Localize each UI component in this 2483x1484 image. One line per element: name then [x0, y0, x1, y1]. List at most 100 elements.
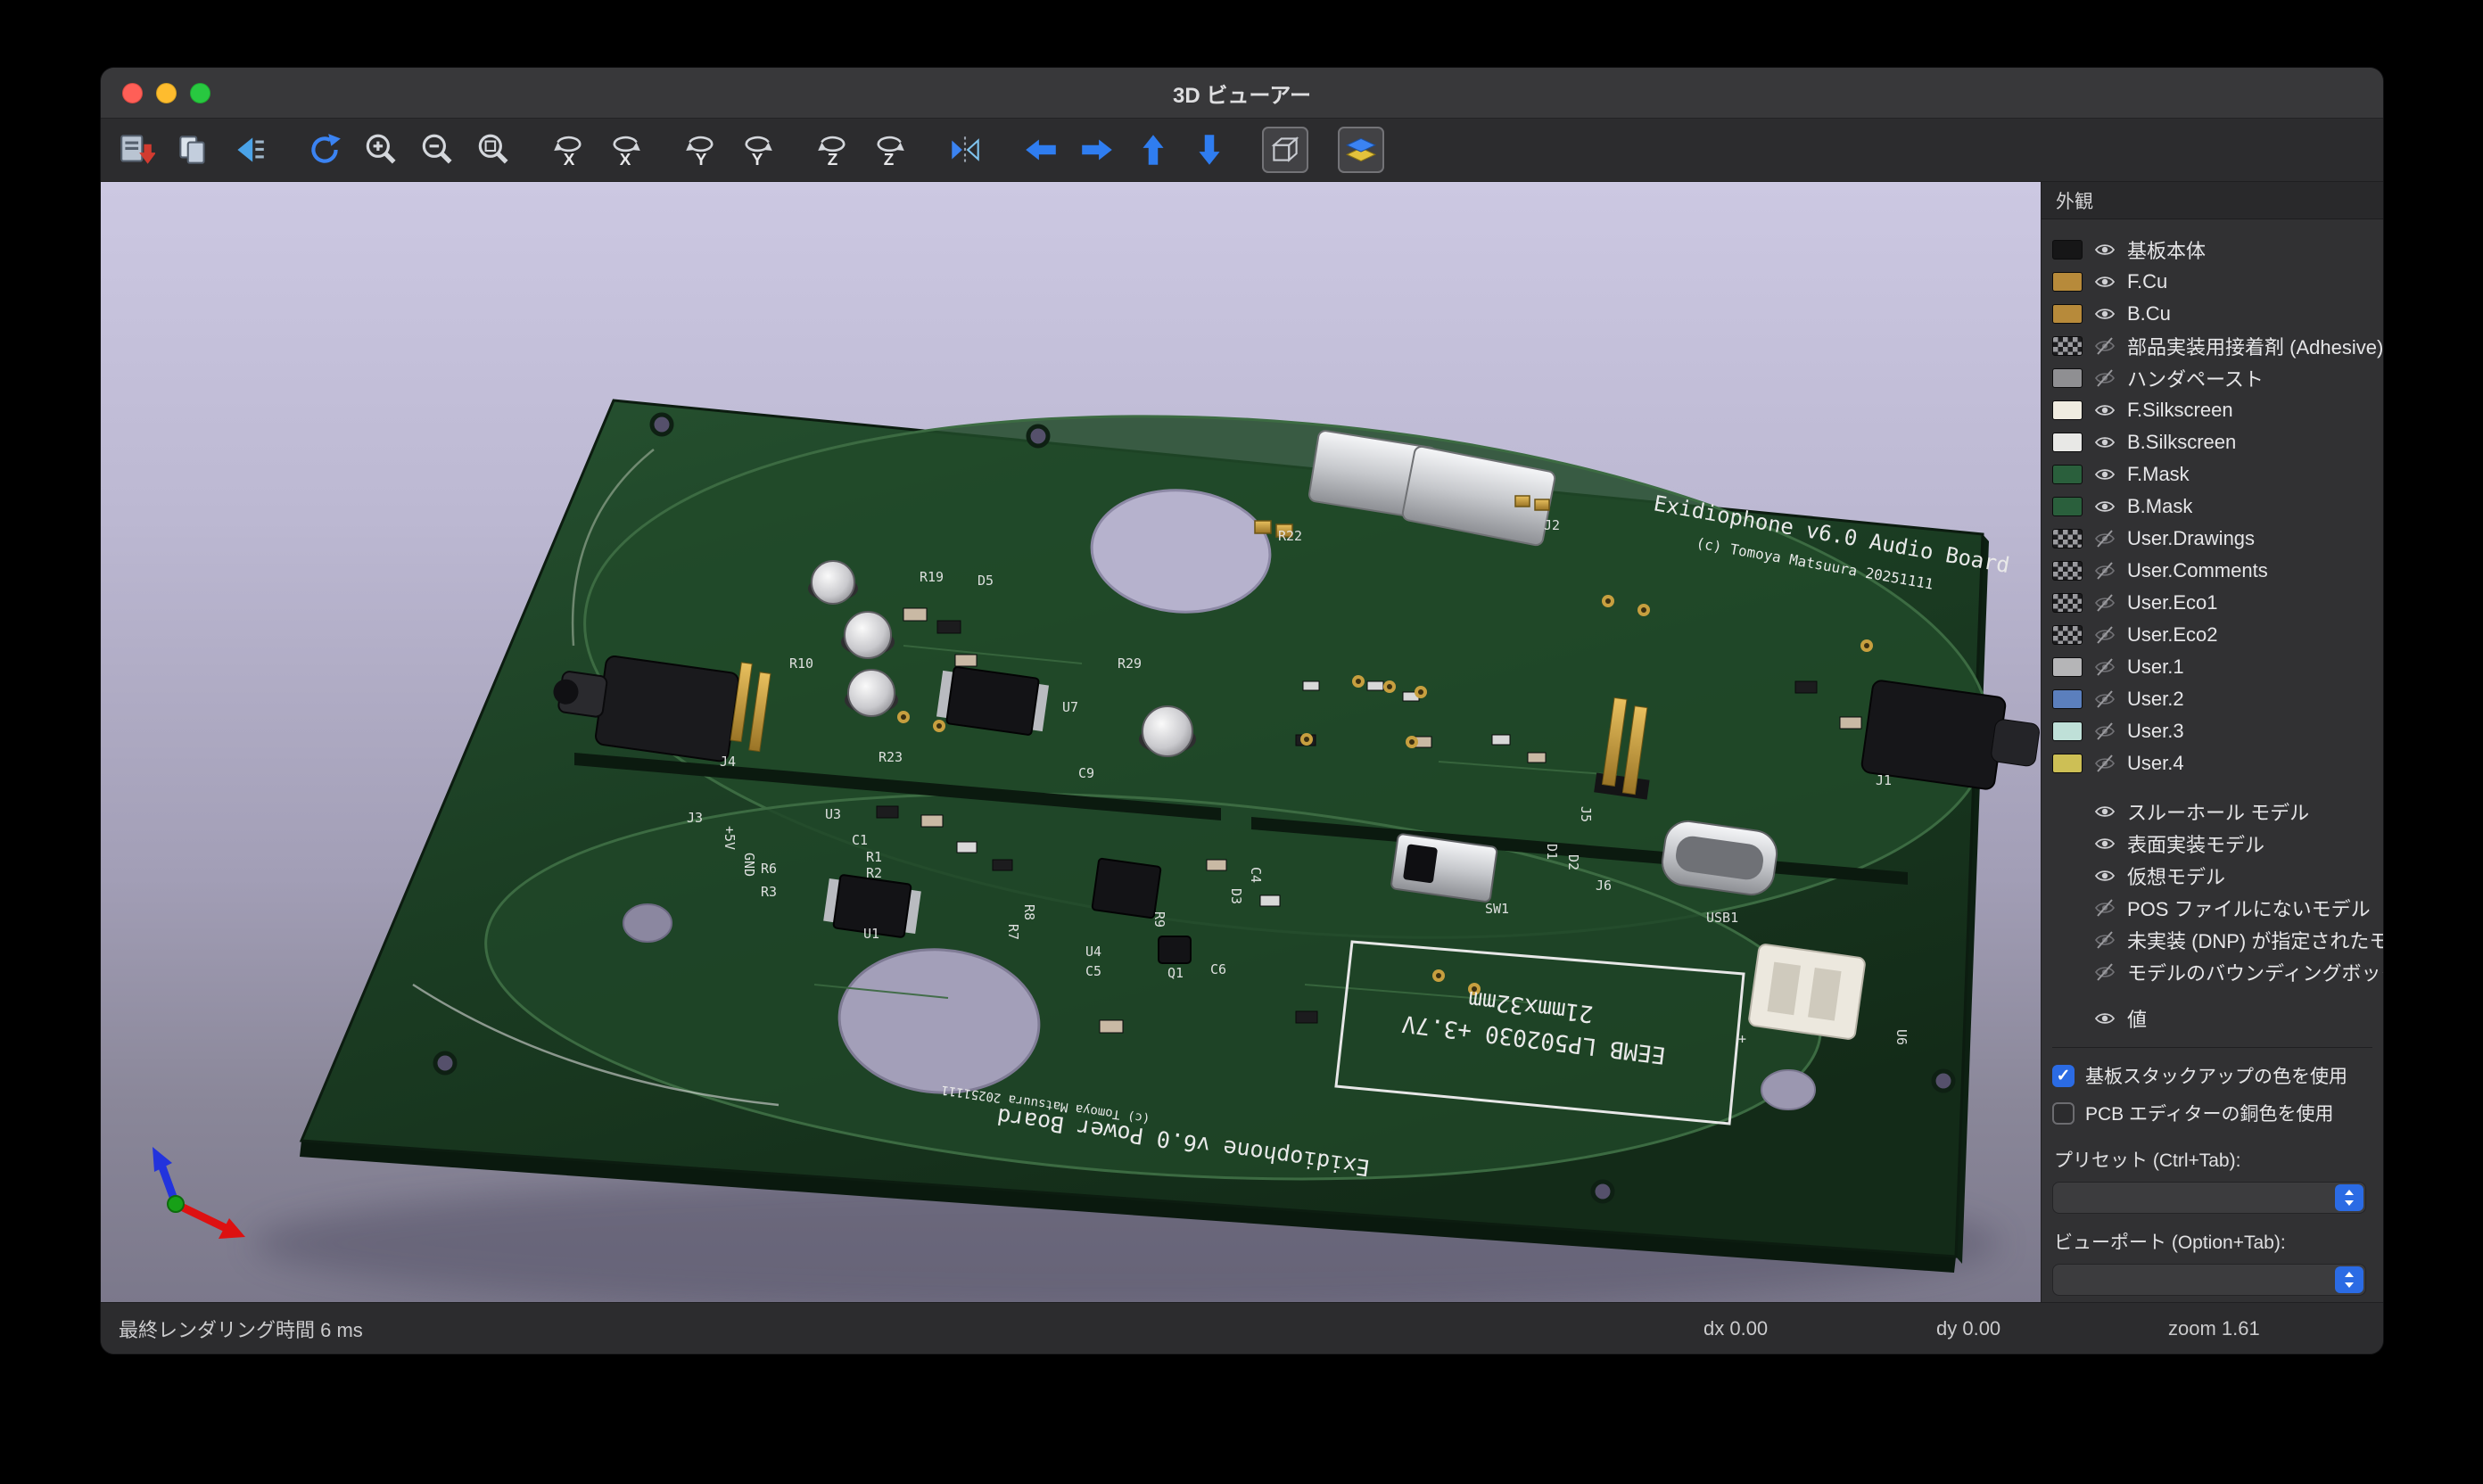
rotate-y-cw-button[interactable]: Y	[734, 127, 780, 173]
layer-color-swatch[interactable]	[2052, 336, 2083, 356]
visibility-eye-icon[interactable]	[2091, 801, 2118, 822]
model-option-row[interactable]: POS ファイルにないモデル	[2052, 892, 2383, 924]
zoom-fit-button[interactable]	[470, 127, 516, 173]
visibility-eye-off-icon[interactable]	[2091, 753, 2118, 774]
checkbox-row[interactable]: PCB エディターの銅色を使用	[2052, 1094, 2383, 1132]
orthographic-projection-button[interactable]	[1262, 127, 1308, 173]
layer-color-swatch[interactable]	[2052, 240, 2083, 260]
layer-row[interactable]: User.3	[2052, 715, 2383, 747]
flip-board-button[interactable]	[942, 127, 988, 173]
checkbox-row[interactable]: ✓基板スタックアップの色を使用	[2052, 1057, 2383, 1094]
visibility-eye-icon[interactable]	[2091, 271, 2118, 293]
dropdown-stepper-icon[interactable]	[2335, 1184, 2363, 1211]
visibility-eye-off-icon[interactable]	[2091, 721, 2118, 742]
render-options-button[interactable]	[226, 127, 272, 173]
layer-row[interactable]: User.Eco2	[2052, 619, 2383, 651]
visibility-eye-off-icon[interactable]	[2091, 929, 2118, 951]
layer-row[interactable]: User.Comments	[2052, 555, 2383, 587]
checkbox-unchecked[interactable]	[2052, 1102, 2075, 1125]
close-button[interactable]	[122, 83, 143, 103]
visibility-eye-off-icon[interactable]	[2091, 592, 2118, 614]
visibility-eye-off-icon[interactable]	[2091, 656, 2118, 678]
visibility-eye-off-icon[interactable]	[2091, 961, 2118, 983]
rotate-x-cw-button[interactable]: X	[602, 127, 648, 173]
visibility-eye-icon[interactable]	[2091, 400, 2118, 421]
checkbox-checked[interactable]: ✓	[2052, 1065, 2075, 1087]
visibility-eye-icon[interactable]	[2091, 239, 2118, 260]
layer-color-swatch[interactable]	[2052, 593, 2083, 613]
layer-row[interactable]: User.2	[2052, 683, 2383, 715]
appearance-layers-button[interactable]	[1338, 127, 1384, 173]
export-image-button[interactable]	[113, 127, 160, 173]
layer-color-swatch[interactable]	[2052, 304, 2083, 324]
layer-row[interactable]: 部品実装用接着剤 (Adhesive)	[2052, 330, 2383, 362]
layer-color-swatch[interactable]	[2052, 529, 2083, 548]
layer-color-swatch[interactable]	[2052, 657, 2083, 677]
visibility-eye-off-icon[interactable]	[2091, 528, 2118, 549]
pan-right-button[interactable]	[1074, 127, 1120, 173]
model-option-row[interactable]: 仮想モデル	[2052, 860, 2383, 892]
dropdown-stepper-icon[interactable]	[2335, 1266, 2363, 1293]
zoom-out-button[interactable]	[414, 127, 460, 173]
visibility-eye-off-icon[interactable]	[2091, 560, 2118, 581]
layer-color-swatch[interactable]	[2052, 689, 2083, 709]
visibility-eye-icon[interactable]	[2091, 1008, 2118, 1029]
copy-image-button[interactable]	[169, 127, 216, 173]
layer-color-swatch[interactable]	[2052, 721, 2083, 741]
visibility-eye-icon[interactable]	[2091, 432, 2118, 453]
visibility-eye-icon[interactable]	[2091, 865, 2118, 886]
zoom-in-button[interactable]	[358, 127, 404, 173]
visibility-eye-off-icon[interactable]	[2091, 688, 2118, 710]
3d-viewport[interactable]: Exidiophone v6.0 Audio Board (c) Tomoya …	[101, 182, 2041, 1304]
layer-row[interactable]: User.4	[2052, 747, 2383, 779]
pan-left-button[interactable]	[1018, 127, 1064, 173]
layer-row[interactable]: 基板本体	[2052, 234, 2383, 266]
visibility-eye-off-icon[interactable]	[2091, 897, 2118, 919]
pcb-3d-scene[interactable]: Exidiophone v6.0 Audio Board (c) Tomoya …	[101, 182, 2041, 1304]
zoom-window-button[interactable]	[190, 83, 210, 103]
visibility-eye-off-icon[interactable]	[2091, 624, 2118, 646]
layer-row[interactable]: F.Cu	[2052, 266, 2383, 298]
layer-row[interactable]: User.Drawings	[2052, 523, 2383, 555]
layer-color-swatch[interactable]	[2052, 465, 2083, 484]
pan-up-button[interactable]	[1130, 127, 1176, 173]
visibility-eye-icon[interactable]	[2091, 464, 2118, 485]
layer-color-swatch[interactable]	[2052, 754, 2083, 773]
model-option-row[interactable]: モデルのバウンディングボックス	[2052, 956, 2383, 988]
title-bar[interactable]: 3D ビューアー	[101, 68, 2383, 119]
minimize-button[interactable]	[156, 83, 177, 103]
model-option-row[interactable]: 値	[2052, 1002, 2383, 1035]
visibility-eye-icon[interactable]	[2091, 303, 2118, 325]
redraw-button[interactable]	[301, 127, 348, 173]
rotate-y-ccw-button[interactable]: Y	[678, 127, 724, 173]
pan-down-button[interactable]	[1186, 127, 1233, 173]
visibility-eye-icon[interactable]	[2091, 833, 2118, 854]
layer-color-swatch[interactable]	[2052, 433, 2083, 452]
layer-color-swatch[interactable]	[2052, 561, 2083, 581]
layer-row[interactable]: B.Mask	[2052, 491, 2383, 523]
svg-text:R9: R9	[1151, 911, 1167, 928]
layer-row[interactable]: F.Mask	[2052, 458, 2383, 491]
rotate-z-ccw-button[interactable]: Z	[810, 127, 856, 173]
viewport-dropdown[interactable]	[2052, 1264, 2366, 1296]
layer-row[interactable]: ハンダペースト	[2052, 362, 2383, 394]
preset-dropdown[interactable]	[2052, 1182, 2366, 1214]
model-option-row[interactable]: 未実装 (DNP) が指定されたモデル	[2052, 924, 2383, 956]
layer-color-swatch[interactable]	[2052, 625, 2083, 645]
rotate-x-ccw-button[interactable]: X	[546, 127, 592, 173]
visibility-eye-off-icon[interactable]	[2091, 367, 2118, 389]
layer-row[interactable]: F.Silkscreen	[2052, 394, 2383, 426]
layer-row[interactable]: B.Cu	[2052, 298, 2383, 330]
visibility-eye-off-icon[interactable]	[2091, 335, 2118, 357]
layer-color-swatch[interactable]	[2052, 497, 2083, 516]
model-option-row[interactable]: スルーホール モデル	[2052, 796, 2383, 828]
visibility-eye-icon[interactable]	[2091, 496, 2118, 517]
layer-row[interactable]: B.Silkscreen	[2052, 426, 2383, 458]
model-option-row[interactable]: 表面実装モデル	[2052, 828, 2383, 860]
layer-color-swatch[interactable]	[2052, 272, 2083, 292]
layer-row[interactable]: User.1	[2052, 651, 2383, 683]
layer-row[interactable]: User.Eco1	[2052, 587, 2383, 619]
layer-color-swatch[interactable]	[2052, 368, 2083, 388]
layer-color-swatch[interactable]	[2052, 400, 2083, 420]
rotate-z-cw-button[interactable]: Z	[866, 127, 912, 173]
